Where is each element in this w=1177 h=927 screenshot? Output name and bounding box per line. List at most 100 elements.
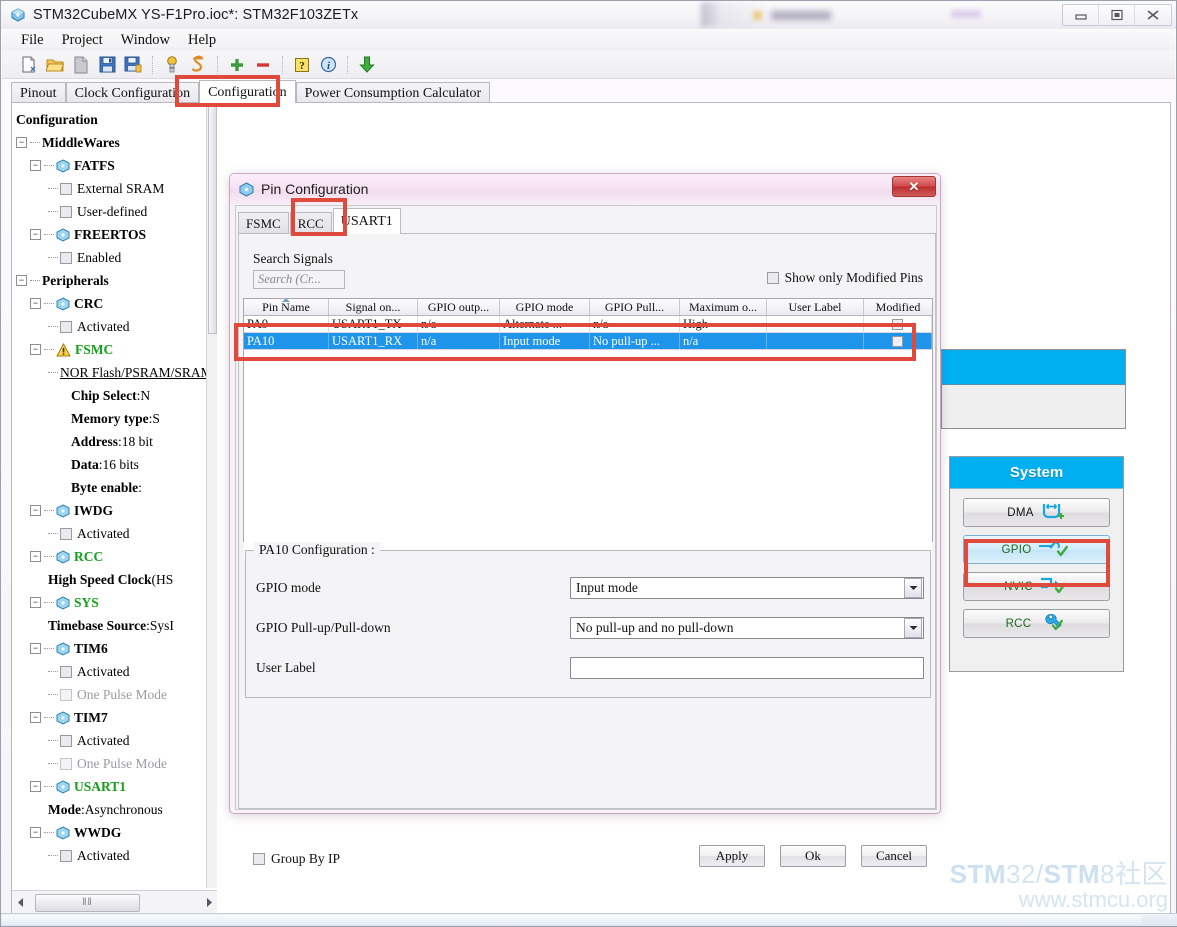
tree-checkbox-activated[interactable]: Activated <box>16 844 216 867</box>
search-input[interactable]: Search (Cr... <box>253 270 345 289</box>
tree-checkbox-one-pulse-mode[interactable]: One Pulse Mode <box>16 752 216 775</box>
tree-checkbox-activated[interactable]: Activated <box>16 729 216 752</box>
scroll-right-arrow[interactable] <box>200 892 217 914</box>
pin-table-column-header[interactable]: Pin Name <box>244 299 329 315</box>
tree-ip-rcc[interactable]: − RCC <box>16 545 216 568</box>
collapse-expander-icon[interactable]: − <box>30 229 41 240</box>
dialog-tab-fsmc[interactable]: FSMC <box>238 212 289 234</box>
tree-ip-tim6[interactable]: − TIM6 <box>16 637 216 660</box>
tree-horizontal-scrollbar[interactable]: ‖‖ <box>12 890 217 914</box>
tree-ip-crc[interactable]: − CRC <box>16 292 216 315</box>
configuration-tree-panel[interactable]: Configuration − MiddleWares − FATFS External … <box>12 104 217 888</box>
user-label-input[interactable] <box>570 657 924 679</box>
checkbox-icon[interactable] <box>60 320 72 333</box>
pin-table-column-header[interactable]: Signal on... <box>329 299 418 315</box>
dialog-tab-rcc[interactable]: RCC <box>289 212 332 234</box>
gpio-mode-combo[interactable]: Input mode <box>570 577 924 599</box>
ip-button-nvic[interactable]: NVIC <box>963 572 1110 601</box>
page-icon[interactable] <box>68 53 94 77</box>
chevron-down-icon[interactable] <box>904 618 922 638</box>
tree-property-byte-enable[interactable]: Byte enable: <box>16 476 216 499</box>
collapse-expander-icon[interactable]: − <box>30 298 41 309</box>
collapse-expander-icon[interactable]: − <box>30 160 41 171</box>
checkbox-icon[interactable] <box>60 251 72 264</box>
group-by-ip-checkbox[interactable]: Group By IP <box>253 851 340 867</box>
collapse-expander-icon[interactable]: − <box>30 551 41 562</box>
checkbox-icon[interactable] <box>892 335 903 347</box>
scroll-left-arrow[interactable] <box>12 892 29 914</box>
minimize-button[interactable] <box>1063 5 1099 25</box>
close-button[interactable] <box>1135 5 1171 25</box>
checkbox-icon[interactable] <box>766 272 779 284</box>
tree-property-timebase-source[interactable]: Timebase Source:SysI <box>16 614 216 637</box>
checkbox-icon[interactable] <box>60 205 72 218</box>
collapse-expander-icon[interactable]: − <box>30 505 41 516</box>
apply-button[interactable]: Apply <box>699 845 765 867</box>
pin-table-column-header[interactable]: User Label <box>767 299 864 315</box>
pin-table-column-header[interactable]: Maximum o... <box>680 299 767 315</box>
tree-horizontal-scrollbar-thumb[interactable]: ‖‖ <box>35 893 140 912</box>
tree-ip-wwdg[interactable]: − WWDG <box>16 821 216 844</box>
table-row[interactable]: PA10 USART1_RX n/a Input mode No pull-up ...… <box>244 333 932 350</box>
pin-table-column-header[interactable]: GPIO Pull... <box>590 299 680 315</box>
menu-item-window[interactable]: Window <box>112 31 179 50</box>
tree-ip-usart1[interactable]: − USART1 <box>16 775 216 798</box>
tree-checkbox-enabled[interactable]: Enabled <box>16 246 216 269</box>
collapse-expander-icon[interactable]: − <box>30 643 41 654</box>
checkbox-icon[interactable] <box>60 182 72 195</box>
ok-button[interactable]: Ok <box>780 845 846 867</box>
tree-property-data[interactable]: Data:16 bits <box>16 453 216 476</box>
tree-ip-tim7[interactable]: − TIM7 <box>16 706 216 729</box>
pin-table-column-header[interactable]: GPIO mode <box>500 299 590 315</box>
pin-table-column-header[interactable]: Modified <box>864 299 932 315</box>
tree-property-address[interactable]: Address:18 bit <box>16 430 216 453</box>
tab-power-consumption-calculator[interactable]: Power Consumption Calculator <box>295 82 491 103</box>
collapse-expander-icon[interactable]: − <box>30 827 41 838</box>
tree-ip-freertos[interactable]: − FREERTOS <box>16 223 216 246</box>
window-horizontal-scrollbar[interactable] <box>2 915 1142 925</box>
ip-button-rcc[interactable]: RCC <box>963 609 1110 638</box>
tree-ip-fatfs[interactable]: − FATFS <box>16 154 216 177</box>
add-icon[interactable] <box>224 53 250 77</box>
tree-checkbox-external-sram[interactable]: External SRAM <box>16 177 216 200</box>
save-as-icon[interactable] <box>120 53 146 77</box>
tree-property-high-speed-clock[interactable]: High Speed Clock (HS <box>16 568 216 591</box>
checkbox-icon[interactable] <box>892 318 903 330</box>
tab-clock-configuration[interactable]: Clock Configuration <box>65 82 200 103</box>
dialog-close-button[interactable]: ✕ <box>892 176 936 197</box>
remove-icon[interactable] <box>250 53 276 77</box>
tree-vertical-scrollbar[interactable] <box>206 104 217 888</box>
dialog-tab-usart1[interactable]: USART1 <box>332 208 401 234</box>
open-project-icon[interactable] <box>42 53 68 77</box>
new-project-icon[interactable] <box>16 53 42 77</box>
collapse-expander-icon[interactable]: − <box>16 137 27 148</box>
tree-property-memory-type[interactable]: Memory type:S <box>16 407 216 430</box>
cancel-button[interactable]: Cancel <box>861 845 927 867</box>
download-icon[interactable] <box>354 53 380 77</box>
tab-configuration[interactable]: Configuration <box>199 80 296 103</box>
ip-button-gpio[interactable]: GPIO <box>963 535 1110 564</box>
menu-item-help[interactable]: Help <box>179 31 225 50</box>
help-icon[interactable]: ? <box>289 53 315 77</box>
ip-button-dma[interactable]: DMA <box>963 498 1110 527</box>
tree-checkbox-activated[interactable]: Activated <box>16 660 216 683</box>
collapse-expander-icon[interactable]: − <box>30 781 41 792</box>
collapse-expander-icon[interactable]: − <box>30 597 41 608</box>
tree-property-chip-select[interactable]: Chip Select:N <box>16 384 216 407</box>
show-only-modified-pins-checkbox[interactable]: Show only Modified Pins <box>766 270 923 286</box>
checkbox-icon[interactable] <box>253 853 265 865</box>
gpio-pull-combo[interactable]: No pull-up and no pull-down <box>570 617 924 639</box>
maximize-button[interactable] <box>1099 5 1135 25</box>
pin-table-column-header[interactable]: GPIO outp... <box>418 299 500 315</box>
checkbox-icon[interactable] <box>60 527 72 540</box>
tree-group-middlewares[interactable]: − MiddleWares <box>16 131 216 154</box>
collapse-expander-icon[interactable]: − <box>30 712 41 723</box>
tree-vertical-scrollbar-thumb[interactable] <box>208 104 217 334</box>
save-icon[interactable] <box>94 53 120 77</box>
chevron-down-icon[interactable] <box>904 578 922 598</box>
tree-checkbox-activated[interactable]: Activated <box>16 315 216 338</box>
tree-ip-fsmc[interactable]: − FSMC <box>16 338 216 361</box>
table-row[interactable]: PA9 USART1_TX n/a Alternate ... n/a High <box>244 316 932 333</box>
checkbox-icon[interactable] <box>60 665 72 678</box>
menu-item-project[interactable]: Project <box>53 31 112 50</box>
